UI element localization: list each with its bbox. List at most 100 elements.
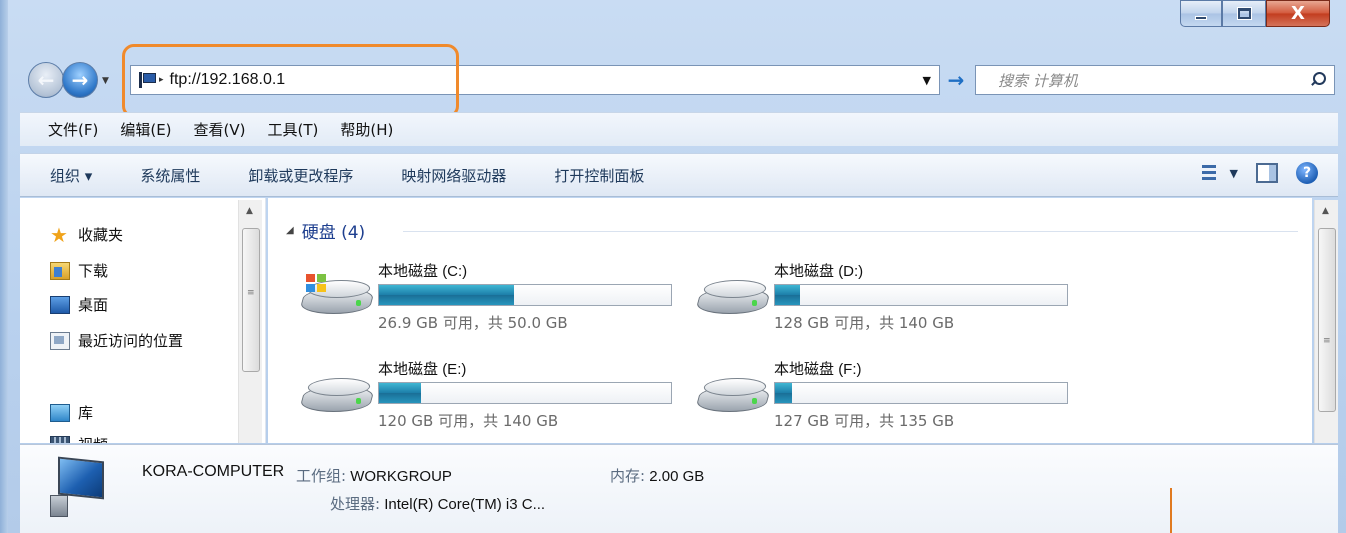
drive-label: 本地磁盘 (C:): [378, 262, 468, 280]
address-dropdown-icon[interactable]: ▼: [923, 74, 931, 87]
minimize-button[interactable]: [1180, 0, 1222, 27]
hard-disks-group-header[interactable]: ◢ 硬盘 (4): [286, 218, 365, 243]
content-pane: ◢ 硬盘 (4) 本地磁盘 (C:) 26.9 GB 可用，共 50.0 GB …: [268, 198, 1312, 443]
drive-free-space: 128 GB 可用，共 140 GB: [774, 314, 955, 332]
computer-location-icon: [139, 72, 157, 88]
drive-c[interactable]: 本地磁盘 (C:) 26.9 GB 可用，共 50.0 GB: [298, 260, 678, 344]
menu-edit[interactable]: 编辑(E): [120, 119, 171, 140]
drive-e[interactable]: 本地磁盘 (E:) 120 GB 可用，共 140 GB: [298, 358, 678, 442]
nav-downloads[interactable]: 下载: [50, 260, 108, 281]
search-placeholder: 搜索 计算机: [998, 71, 1078, 90]
scroll-up-icon[interactable]: ▲: [1322, 206, 1329, 216]
windows-logo-icon: [306, 274, 328, 294]
desktop-icon: [50, 295, 70, 314]
back-button[interactable]: ←: [28, 62, 64, 98]
drive-usage-bar: [774, 284, 1068, 306]
command-bar: 组织 ▾ 系统属性 卸载或更改程序 映射网络驱动器 打开控制面板 ▼ ?: [20, 153, 1338, 197]
forward-button[interactable]: →: [62, 62, 98, 98]
drive-label: 本地磁盘 (E:): [378, 360, 467, 378]
drive-label: 本地磁盘 (F:): [774, 360, 862, 378]
nav-libraries[interactable]: 库: [50, 402, 93, 423]
system-drive-icon: [298, 274, 376, 320]
nav-videos[interactable]: 视频: [50, 434, 108, 443]
nav-downloads-label: 下载: [78, 262, 109, 280]
search-input[interactable]: 搜索 计算机: [975, 65, 1335, 95]
drive-d[interactable]: 本地磁盘 (D:) 128 GB 可用，共 140 GB: [694, 260, 1074, 344]
menu-tools[interactable]: 工具(T): [268, 119, 319, 140]
window-edge: [0, 0, 8, 533]
drive-free-space: 120 GB 可用，共 140 GB: [378, 412, 559, 430]
navigation-pane-scrollbar[interactable]: ▲ ≡: [238, 200, 262, 443]
processor-info: 处理器: Intel(R) Core(TM) i3 C...: [330, 495, 546, 513]
menu-view[interactable]: 查看(V): [194, 119, 246, 140]
computer-icon: [50, 456, 110, 517]
drive-f[interactable]: 本地磁盘 (F:) 127 GB 可用，共 135 GB: [694, 358, 1074, 442]
drive-label: 本地磁盘 (D:): [774, 262, 864, 280]
uninstall-program-button[interactable]: 卸载或更改程序: [248, 165, 353, 186]
collapse-triangle-icon[interactable]: ◢: [286, 225, 294, 236]
scroll-up-icon[interactable]: ▲: [246, 206, 253, 216]
content-scrollbar[interactable]: ▲ ≡: [1314, 200, 1338, 443]
annotation-line: [1170, 488, 1172, 533]
drive-usage-fill: [775, 285, 801, 305]
preview-pane-icon[interactable]: [1256, 163, 1278, 183]
drive-usage-fill: [775, 383, 793, 403]
view-controls: ▼ ?: [1201, 162, 1318, 184]
address-bar[interactable]: ▸ ftp://192.168.0.1 ▼: [130, 65, 940, 95]
nav-videos-label: 视频: [78, 434, 108, 443]
grip-icon: ≡: [1323, 336, 1331, 346]
forward-arrow-icon: →: [71, 68, 89, 92]
nav-libraries-label: 库: [78, 404, 94, 422]
maximize-button[interactable]: [1222, 0, 1266, 27]
grip-icon: ≡: [247, 288, 255, 298]
nav-favorites-label: 收藏夹: [78, 226, 124, 244]
caption-buttons: X: [1180, 0, 1330, 30]
recent-places-icon: [50, 331, 70, 350]
downloads-folder-icon: [50, 261, 70, 280]
drive-usage-fill: [379, 383, 421, 403]
navigation-bar: ← → ▼ ▸ ftp://192.168.0.1 ▼ → 搜索 计算机: [20, 60, 1340, 100]
map-network-drive-button[interactable]: 映射网络驱动器: [401, 165, 506, 186]
drive-usage-fill: [379, 285, 514, 305]
workgroup-info: 工作组: WORKGROUP: [296, 467, 452, 485]
minimize-icon: [1195, 15, 1207, 20]
nav-favorites[interactable]: ★ 收藏夹: [50, 224, 123, 245]
system-properties-button[interactable]: 系统属性: [140, 165, 200, 186]
hard-drive-icon: [298, 372, 376, 418]
drive-usage-bar: [378, 284, 672, 306]
details-pane: KORA-COMPUTER 工作组: WORKGROUP 内存: 2.00 GB…: [20, 444, 1338, 533]
group-divider: [403, 231, 1298, 232]
help-icon[interactable]: ?: [1296, 162, 1318, 184]
view-options-dropdown-icon[interactable]: ▼: [1230, 167, 1238, 180]
scrollbar-thumb[interactable]: ≡: [242, 228, 260, 372]
scrollbar-thumb[interactable]: ≡: [1318, 228, 1336, 412]
star-icon: ★: [50, 222, 68, 247]
hard-drive-icon: [694, 274, 772, 320]
open-control-panel-button[interactable]: 打开控制面板: [554, 165, 644, 186]
go-button[interactable]: →: [942, 65, 970, 95]
computer-name: KORA-COMPUTER: [142, 463, 285, 480]
drive-usage-bar: [378, 382, 672, 404]
address-text[interactable]: ftp://192.168.0.1: [170, 71, 923, 89]
change-view-icon[interactable]: [1201, 163, 1224, 183]
menu-help[interactable]: 帮助(H): [340, 119, 393, 140]
close-button[interactable]: X: [1266, 0, 1330, 27]
hard-drive-icon: [694, 372, 772, 418]
maximize-icon: [1236, 7, 1252, 20]
group-title: 硬盘 (4): [301, 223, 366, 243]
nav-desktop-label: 桌面: [78, 296, 109, 314]
navigation-pane: ★ 收藏夹 下载 桌面 最近访问的位置 库 视频: [20, 198, 266, 443]
recent-pages-dropdown[interactable]: ▼: [102, 76, 109, 86]
nav-desktop[interactable]: 桌面: [50, 294, 108, 315]
breadcrumb-separator-icon[interactable]: ▸: [159, 75, 164, 85]
memory-info: 内存: 2.00 GB: [610, 467, 705, 485]
drive-usage-bar: [774, 382, 1068, 404]
nav-recent-places[interactable]: 最近访问的位置: [50, 330, 183, 351]
explorer-window: X ← → ▼ ▸ ftp://192.168.0.1 ▼ → 搜索 计算机 文…: [0, 0, 1346, 533]
search-icon[interactable]: [1308, 71, 1326, 89]
close-icon: X: [1291, 3, 1305, 24]
organize-button[interactable]: 组织 ▾: [50, 165, 92, 186]
menu-file[interactable]: 文件(F): [48, 119, 98, 140]
drive-free-space: 26.9 GB 可用，共 50.0 GB: [378, 314, 568, 332]
nav-recent-label: 最近访问的位置: [78, 332, 184, 350]
